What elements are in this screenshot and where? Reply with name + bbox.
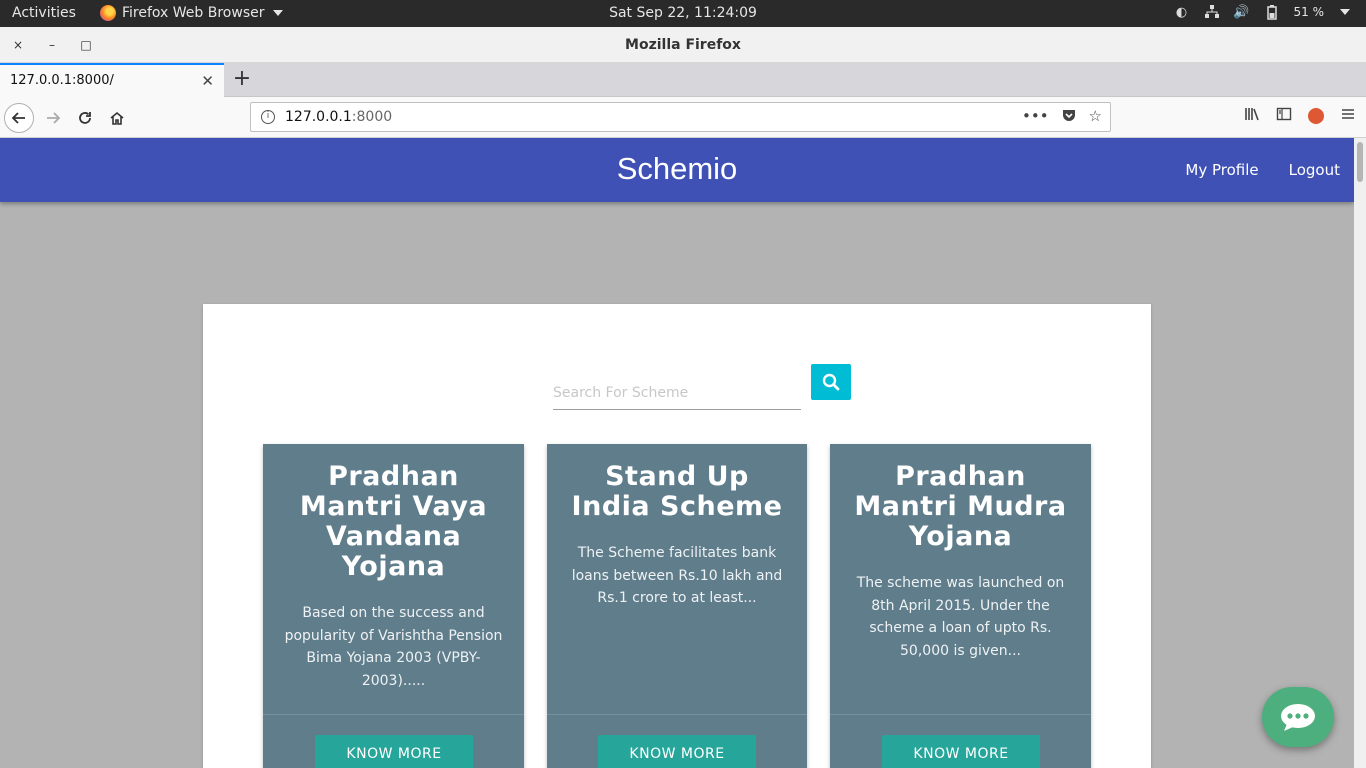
app-menu-label: Firefox Web Browser (122, 5, 265, 21)
reload-button[interactable] (70, 103, 100, 133)
card-divider (263, 714, 524, 715)
know-more-button[interactable]: KNOW MORE (882, 735, 1040, 768)
system-tray[interactable]: ◐ 🔊 51 % (1174, 4, 1350, 20)
forward-button[interactable] (38, 103, 68, 133)
firefox-icon (100, 5, 116, 21)
system-top-bar: Activities Firefox Web Browser Sat Sep 2… (0, 0, 1366, 27)
reload-icon (79, 112, 91, 124)
logout-link[interactable]: Logout (1289, 161, 1340, 179)
scheme-description: The Scheme facilitates bank loans betwee… (571, 545, 783, 606)
tab-label: 127.0.0.1:8000/ (10, 73, 114, 88)
card-divider (547, 714, 807, 715)
arrow-right-icon (47, 112, 61, 124)
address-bar[interactable]: i 127.0.0.1:8000 ••• ☆ (250, 102, 1111, 132)
brand-logo[interactable]: Schemio (0, 151, 1354, 187)
info-icon[interactable]: i (261, 110, 275, 124)
updates-icon: ◐ (1175, 4, 1188, 20)
library-icon[interactable] (1244, 106, 1260, 126)
volume-icon: 🔊 (1233, 4, 1250, 20)
chat-button[interactable] (1262, 687, 1334, 747)
minimize-window-button[interactable]: – (43, 36, 61, 54)
tab-active[interactable]: 127.0.0.1:8000/ ✕ (0, 63, 224, 97)
my-profile-link[interactable]: My Profile (1185, 161, 1258, 179)
schemes-panel: Pradhan Mantri Vaya Vandana Yojana Based… (203, 304, 1151, 768)
scheme-card: Pradhan Mantri Mudra Yojana The scheme w… (830, 444, 1091, 768)
scheme-card: Stand Up India Scheme The Scheme facilit… (547, 444, 807, 768)
page-actions-icon[interactable]: ••• (1022, 107, 1049, 127)
page-viewport: Schemio My Profile Logout Pradhan Mantri… (0, 138, 1354, 768)
tab-strip: 127.0.0.1:8000/ ✕ + (0, 63, 1366, 97)
scheme-description: Based on the success and popularity of V… (284, 605, 503, 689)
know-more-button[interactable]: KNOW MORE (315, 735, 473, 768)
search-button[interactable] (811, 364, 851, 400)
scrollbar-thumb[interactable] (1357, 142, 1363, 182)
scheme-title: Stand Up India Scheme (571, 461, 783, 522)
know-more-button[interactable]: KNOW MORE (598, 735, 756, 768)
scheme-title: Pradhan Mantri Vaya Vandana Yojana (299, 461, 488, 582)
new-tab-button[interactable]: + (232, 67, 252, 91)
scheme-card: Pradhan Mantri Vaya Vandana Yojana Based… (263, 444, 524, 768)
back-button[interactable] (4, 103, 34, 133)
header-nav: My Profile Logout (1185, 161, 1340, 179)
card-divider (830, 714, 1091, 715)
navigation-toolbar: i 127.0.0.1:8000 ••• ☆ (0, 97, 1366, 138)
close-window-button[interactable]: × (9, 36, 27, 54)
chevron-down-icon (272, 10, 283, 16)
maximize-window-button[interactable]: □ (77, 36, 95, 54)
battery-icon (1264, 4, 1280, 20)
chat-bubble-icon (1281, 704, 1315, 731)
url-port: :8000 (351, 109, 393, 125)
bookmark-star-icon[interactable]: ☆ (1089, 107, 1102, 127)
window-title: Mozilla Firefox (625, 37, 741, 53)
hamburger-menu-icon[interactable] (1340, 106, 1356, 126)
search-input[interactable] (553, 376, 801, 410)
scheme-title: Pradhan Mantri Mudra Yojana (854, 461, 1067, 552)
pocket-icon[interactable] (1061, 107, 1077, 127)
app-menu[interactable]: Firefox Web Browser (100, 5, 283, 21)
page-scrollbar[interactable] (1354, 138, 1366, 768)
activities-button[interactable]: Activities (12, 5, 76, 21)
network-icon (1204, 4, 1220, 20)
scheme-description: The scheme was launched on 8th April 201… (856, 575, 1065, 659)
home-button[interactable] (102, 103, 132, 133)
url-text[interactable]: 127.0.0.1:8000 (285, 109, 392, 125)
search-icon (822, 373, 840, 391)
home-icon (110, 111, 124, 125)
battery-percent: 51 % (1293, 5, 1325, 19)
window-title-bar: × – □ Mozilla Firefox (0, 27, 1366, 63)
app-header: Schemio My Profile Logout (0, 138, 1354, 202)
close-tab-icon[interactable]: ✕ (201, 72, 214, 90)
chevron-down-icon (1340, 9, 1350, 15)
arrow-left-icon (11, 112, 25, 124)
duckduckgo-icon[interactable] (1308, 108, 1324, 124)
sidebar-icon[interactable] (1276, 106, 1292, 126)
url-host: 127.0.0.1 (285, 109, 352, 125)
